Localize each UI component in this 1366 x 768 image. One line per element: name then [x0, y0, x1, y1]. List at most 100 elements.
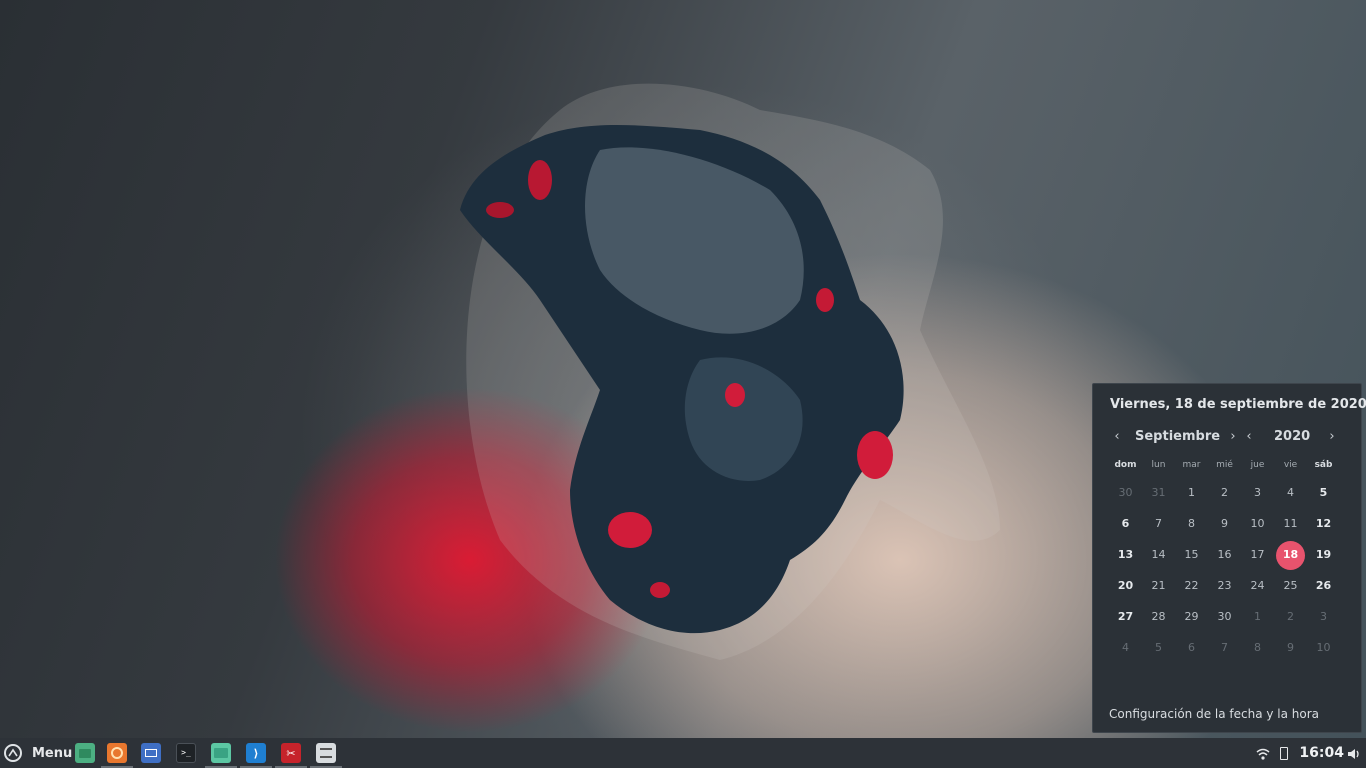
calendar-day-number: 22 [1184, 579, 1199, 592]
calendar-day[interactable]: 15 [1175, 545, 1208, 565]
calendar-day[interactable]: 3 [1307, 607, 1340, 627]
calendar-day[interactable]: 3 [1241, 483, 1274, 503]
start-menu-button[interactable]: Menu [0, 738, 76, 768]
weekday-label: jue [1250, 460, 1265, 470]
next-month-chevron-right-icon[interactable]: › [1226, 428, 1240, 446]
calendar-day-number: 4 [1287, 486, 1294, 499]
calendar-day[interactable]: 10 [1241, 514, 1274, 534]
calendar-day[interactable]: 17 [1241, 545, 1274, 565]
calendar-day-number: 1 [1254, 610, 1261, 623]
terminal-icon: >_ [181, 748, 191, 757]
calendar-day[interactable]: 1 [1175, 483, 1208, 503]
calendar-day-number: 24 [1250, 579, 1265, 592]
calendar-day[interactable]: 16 [1208, 545, 1241, 565]
calendar-day[interactable]: 9 [1208, 514, 1241, 534]
calendar-popup: Viernes, 18 de septiembre de 2020 ‹ Sept… [1092, 383, 1366, 733]
calendar-day[interactable]: 9 [1274, 638, 1307, 658]
start-menu-label: Menu [32, 745, 73, 761]
weekday-label: vie [1283, 460, 1298, 470]
screenshot-launcher[interactable]: ✂ [275, 743, 307, 768]
calendar-day-number: 27 [1117, 610, 1134, 623]
calendar-day-number: 10 [1250, 517, 1265, 530]
calendar-day[interactable]: 31 [1142, 483, 1175, 503]
previous-month-chevron-left-icon[interactable]: ‹ [1110, 428, 1124, 446]
month-label: Septiembre [1135, 429, 1221, 444]
calendar-navigation: ‹ Septiembre › ‹ 2020 › [1093, 428, 1361, 446]
calendar-day[interactable]: 5 [1307, 483, 1340, 503]
calendar-day-number: 5 [1155, 641, 1162, 654]
calendar-day-number: 3 [1320, 610, 1327, 623]
firefox-launcher[interactable] [101, 743, 133, 768]
weekday-label: dom [1114, 460, 1137, 470]
volume-icon[interactable] [1347, 746, 1361, 760]
linux-mint-logo-icon [4, 744, 22, 762]
calendar-day-number: 21 [1151, 579, 1166, 592]
calendar-day[interactable]: 21 [1142, 576, 1175, 596]
calendar-day[interactable]: 7 [1208, 638, 1241, 658]
calendar-day[interactable]: 5 [1142, 638, 1175, 658]
calendar-day-number: 10 [1316, 641, 1331, 654]
system-settings-launcher[interactable] [310, 743, 342, 768]
calendar-day[interactable]: 24 [1241, 576, 1274, 596]
terminal-launcher[interactable]: >_ [176, 743, 196, 763]
calendar-day[interactable]: 30 [1208, 607, 1241, 627]
calendar-day[interactable]: 4 [1109, 638, 1142, 658]
calendar-day-number: 16 [1217, 548, 1232, 561]
calendar-day-today[interactable]: 18 [1274, 541, 1307, 570]
calendar-day[interactable]: 6 [1175, 638, 1208, 658]
calendar-day-number: 13 [1117, 548, 1134, 561]
calendar-day[interactable]: 14 [1142, 545, 1175, 565]
calendar-day-number: 7 [1155, 517, 1162, 530]
calendar-day[interactable]: 19 [1307, 545, 1340, 565]
battery-icon[interactable] [1280, 746, 1288, 760]
scissors-icon: ✂ [286, 746, 296, 760]
folder-launcher[interactable] [205, 743, 237, 768]
weekday-label: lun [1151, 460, 1166, 470]
calendar-day[interactable]: 28 [1142, 607, 1175, 627]
calendar-day-number: 29 [1184, 610, 1199, 623]
files-launcher[interactable] [75, 743, 95, 763]
calendar-day-number: 9 [1221, 517, 1228, 530]
calendar-day[interactable]: 23 [1208, 576, 1241, 596]
calendar-day[interactable]: 29 [1175, 607, 1208, 627]
vscode-launcher[interactable]: ⟩ [240, 743, 272, 768]
calendar-day[interactable]: 1 [1241, 607, 1274, 627]
mail-launcher[interactable] [141, 743, 161, 763]
calendar-day[interactable]: 7 [1142, 514, 1175, 534]
calendar-day[interactable]: 2 [1208, 483, 1241, 503]
date-time-settings-link[interactable]: Configuración de la fecha y la hora [1109, 707, 1319, 721]
calendar-day-number: 6 [1188, 641, 1195, 654]
firefox-icon [111, 747, 123, 759]
vscode-icon: ⟩ [253, 746, 259, 760]
clock[interactable]: 16:04 [1299, 738, 1344, 768]
calendar-day[interactable]: 8 [1241, 638, 1274, 658]
calendar-day-number: 3 [1254, 486, 1261, 499]
weekday-label: mar [1182, 460, 1201, 470]
calendar-day[interactable]: 4 [1274, 483, 1307, 503]
next-year-chevron-right-icon[interactable]: › [1325, 428, 1339, 446]
calendar-day-number: 17 [1250, 548, 1265, 561]
calendar-day-number: 4 [1122, 641, 1129, 654]
calendar-day[interactable]: 8 [1175, 514, 1208, 534]
calendar-day[interactable]: 25 [1274, 576, 1307, 596]
previous-year-chevron-left-icon[interactable]: ‹ [1242, 428, 1256, 446]
wifi-icon[interactable] [1256, 746, 1270, 760]
calendar-day[interactable]: 20 [1109, 576, 1142, 596]
calendar-day[interactable]: 6 [1109, 514, 1142, 534]
calendar-day[interactable]: 10 [1307, 638, 1340, 658]
calendar-day-number: 7 [1221, 641, 1228, 654]
calendar-day[interactable]: 2 [1274, 607, 1307, 627]
calendar-day[interactable]: 12 [1307, 514, 1340, 534]
calendar-day-number: 15 [1184, 548, 1199, 561]
system-tray [1256, 738, 1288, 768]
calendar-day-number: 2 [1287, 610, 1294, 623]
calendar-day[interactable]: 27 [1109, 607, 1142, 627]
calendar-day-number: 11 [1283, 517, 1298, 530]
calendar-day[interactable]: 26 [1307, 576, 1340, 596]
calendar-day[interactable]: 11 [1274, 514, 1307, 534]
settings-icon [320, 748, 332, 758]
calendar-day-number: 9 [1287, 641, 1294, 654]
calendar-day[interactable]: 30 [1109, 483, 1142, 503]
calendar-day[interactable]: 13 [1109, 545, 1142, 565]
calendar-day[interactable]: 22 [1175, 576, 1208, 596]
